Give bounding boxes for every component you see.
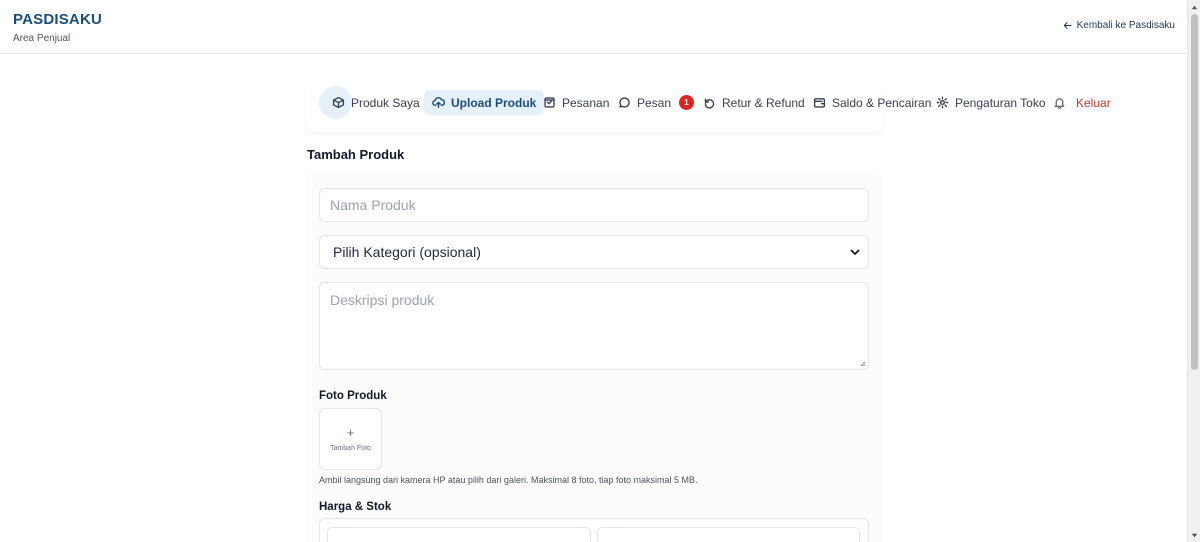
bell-icon — [1054, 98, 1065, 109]
nav-keluar[interactable]: Keluar — [1045, 90, 1119, 115]
top-header: PASDISAKU Area Penjual Kembali ke Pasdis… — [0, 0, 1187, 54]
nav-label: Upload Produk — [451, 95, 537, 110]
nav-retur-refund[interactable]: Retur & Refund — [695, 90, 813, 115]
category-select[interactable]: Pilih Kategori (opsional) — [319, 235, 869, 269]
box-icon — [332, 96, 345, 109]
scrollbar-thumb[interactable] — [1191, 14, 1198, 370]
chat-bubble-icon — [619, 97, 630, 108]
nav-label: Saldo & Pencairan — [832, 95, 932, 110]
nav-pengaturan-toko[interactable]: Pengaturan Toko — [928, 90, 1054, 115]
stock-input[interactable] — [597, 527, 860, 542]
scroll-down-arrow-icon[interactable] — [1188, 529, 1200, 541]
clipboard-icon — [544, 97, 555, 108]
brand-subtitle: Area Penjual — [13, 33, 71, 44]
brand-title[interactable]: PASDISAKU — [13, 11, 102, 28]
plus-icon: + — [346, 425, 355, 440]
nav-label: Pesan — [637, 95, 672, 110]
nav-pesanan[interactable]: Pesanan — [535, 90, 617, 115]
back-to-store-link[interactable]: Kembali ke Pasdisaku — [1063, 20, 1175, 31]
nav-pesan[interactable]: Pesan 1 — [610, 90, 702, 115]
price-input[interactable] — [327, 527, 591, 542]
photo-section-label: Foto Produk — [319, 390, 387, 402]
brand: PASDISAKU Area Penjual — [13, 11, 102, 44]
nav-label: Retur & Refund — [722, 95, 805, 110]
price-stock-label: Harga & Stok — [319, 501, 392, 513]
undo-icon — [704, 98, 715, 109]
category-selected-value: Pilih Kategori (opsional) — [333, 244, 481, 260]
gear-icon — [936, 96, 949, 109]
wallet-icon — [813, 98, 826, 108]
nav-saldo-pencairan[interactable]: Saldo & Pencairan — [805, 90, 939, 115]
product-name-input[interactable]: Nama Produk — [319, 188, 869, 222]
nav-label: Pengaturan Toko — [955, 95, 1046, 110]
nav-produk-saya[interactable]: Produk Saya — [324, 90, 428, 115]
product-name-placeholder: Nama Produk — [330, 197, 416, 213]
arrow-left-icon — [1063, 22, 1072, 29]
vertical-scrollbar[interactable] — [1187, 0, 1200, 542]
scroll-up-arrow-icon[interactable] — [1188, 1, 1200, 13]
add-photo-label: Tambah Foto — [330, 445, 371, 452]
chevron-down-icon — [850, 249, 860, 255]
nav-label: Keluar — [1076, 95, 1111, 110]
add-photo-button[interactable]: + Tambah Foto — [319, 408, 382, 470]
description-textarea[interactable]: Deskripsi produk — [319, 282, 869, 370]
back-link-label: Kembali ke Pasdisaku — [1076, 20, 1175, 31]
nav-label: Pesanan — [562, 95, 610, 110]
page-title: Tambah Produk — [307, 147, 405, 162]
resize-grip-icon[interactable] — [859, 360, 866, 367]
unread-badge: 1 — [679, 95, 695, 110]
nav-label: Produk Saya — [351, 95, 420, 110]
cloud-upload-icon — [432, 97, 445, 109]
photo-hint-text: Ambil langsung dari kamera HP atau pilih… — [319, 475, 698, 485]
nav-upload-produk[interactable]: Upload Produk — [424, 90, 545, 115]
description-placeholder: Deskripsi produk — [330, 292, 435, 308]
